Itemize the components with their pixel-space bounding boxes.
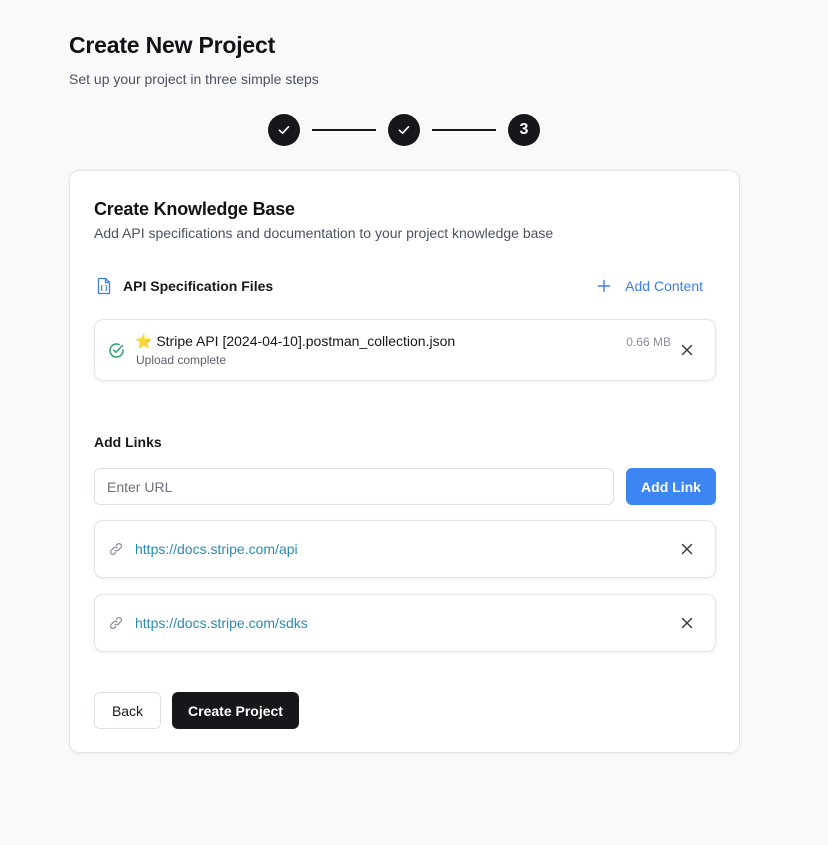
add-content-label: Add Content [625,278,703,294]
step-3-current: 3 [508,114,540,146]
step-2-complete [388,114,420,146]
close-icon [681,543,693,555]
files-header: API Specification Files Add Content [94,275,715,297]
check-icon [398,126,410,134]
check-circle-icon [108,342,125,359]
link-item: https://docs.stripe.com/api [94,520,716,578]
page-title: Create New Project [69,32,276,58]
uploaded-file-item: ⭐ Stripe API [2024-04-10].postman_collec… [94,319,716,381]
close-icon [681,617,693,629]
remove-link-button[interactable] [678,540,696,558]
link-url[interactable]: https://docs.stripe.com/api [135,541,298,557]
check-icon [278,126,290,134]
url-input[interactable] [94,468,614,505]
link-url[interactable]: https://docs.stripe.com/sdks [135,615,308,631]
remove-link-button[interactable] [678,614,696,632]
step-connector [312,129,376,131]
file-status: Upload complete [136,353,227,367]
link-icon [108,541,124,557]
file-name: ⭐ Stripe API [2024-04-10].postman_collec… [135,333,456,349]
links-section-title: Add Links [94,434,162,450]
file-size: 0.66 MB [626,335,671,349]
card-description: Add API specifications and documentation… [94,225,554,241]
step-connector [432,129,496,131]
card-title: Create Knowledge Base [94,199,295,219]
create-project-button[interactable]: Create Project [172,692,299,729]
step-number: 3 [519,121,529,138]
files-section-title: API Specification Files [123,278,274,294]
remove-file-button[interactable] [678,341,696,359]
knowledge-base-card: Create Knowledge Base Add API specificat… [69,170,740,753]
add-link-button[interactable]: Add Link [626,468,716,505]
file-code-icon [94,276,114,296]
step-1-complete [268,114,300,146]
stepper: 3 [268,114,540,146]
close-icon [681,344,693,356]
link-icon [108,615,124,631]
back-button[interactable]: Back [94,692,161,729]
page-subtitle: Set up your project in three simple step… [69,71,319,87]
plus-icon [597,279,611,293]
link-item: https://docs.stripe.com/sdks [94,594,716,652]
add-content-button[interactable]: Add Content [597,278,715,294]
